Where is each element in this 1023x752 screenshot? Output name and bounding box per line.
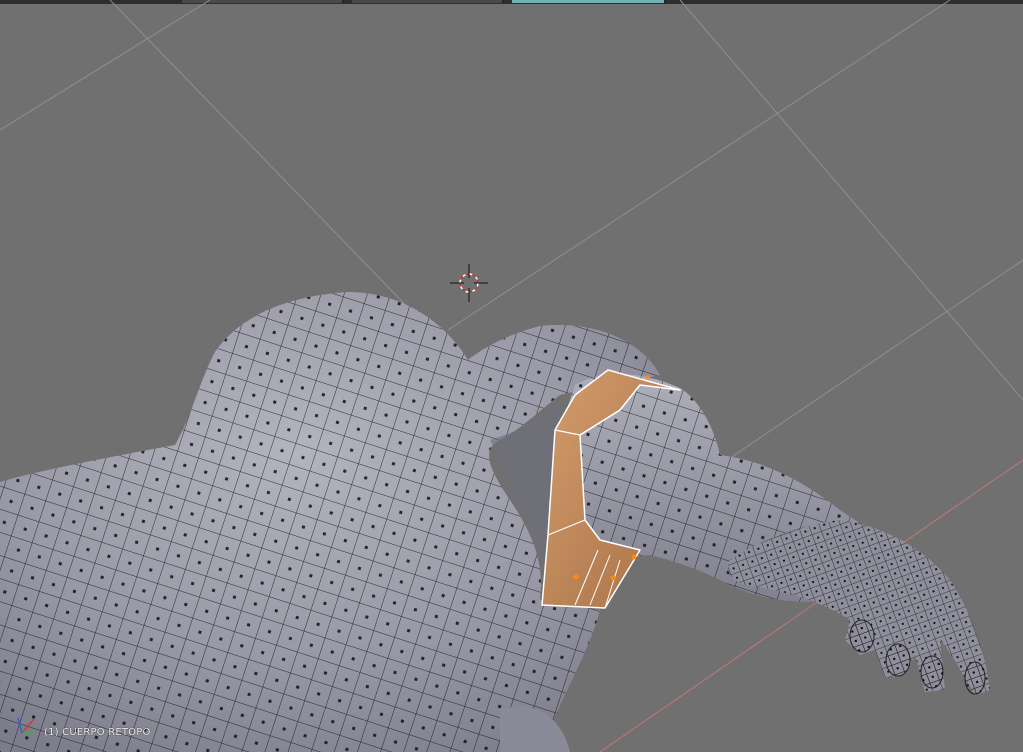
- 3d-viewport[interactable]: (1) CUERPO RETOPO: [0, 0, 1023, 752]
- finger-tip-3: [920, 655, 944, 689]
- finger-tip-2: [885, 643, 911, 677]
- selected-vertex[interactable]: [573, 574, 579, 580]
- mesh-hand[interactable]: [728, 520, 990, 695]
- selected-vertex[interactable]: [610, 575, 616, 581]
- 3d-cursor-icon[interactable]: [450, 264, 488, 302]
- finger-tip-1: [849, 619, 875, 653]
- selected-vertex[interactable]: [646, 375, 650, 379]
- viewport-scene[interactable]: [0, 0, 1023, 752]
- selected-vertex[interactable]: [631, 554, 637, 560]
- active-object-label: (1) CUERPO RETOPO: [44, 727, 151, 738]
- finger-tip-4: [964, 661, 986, 695]
